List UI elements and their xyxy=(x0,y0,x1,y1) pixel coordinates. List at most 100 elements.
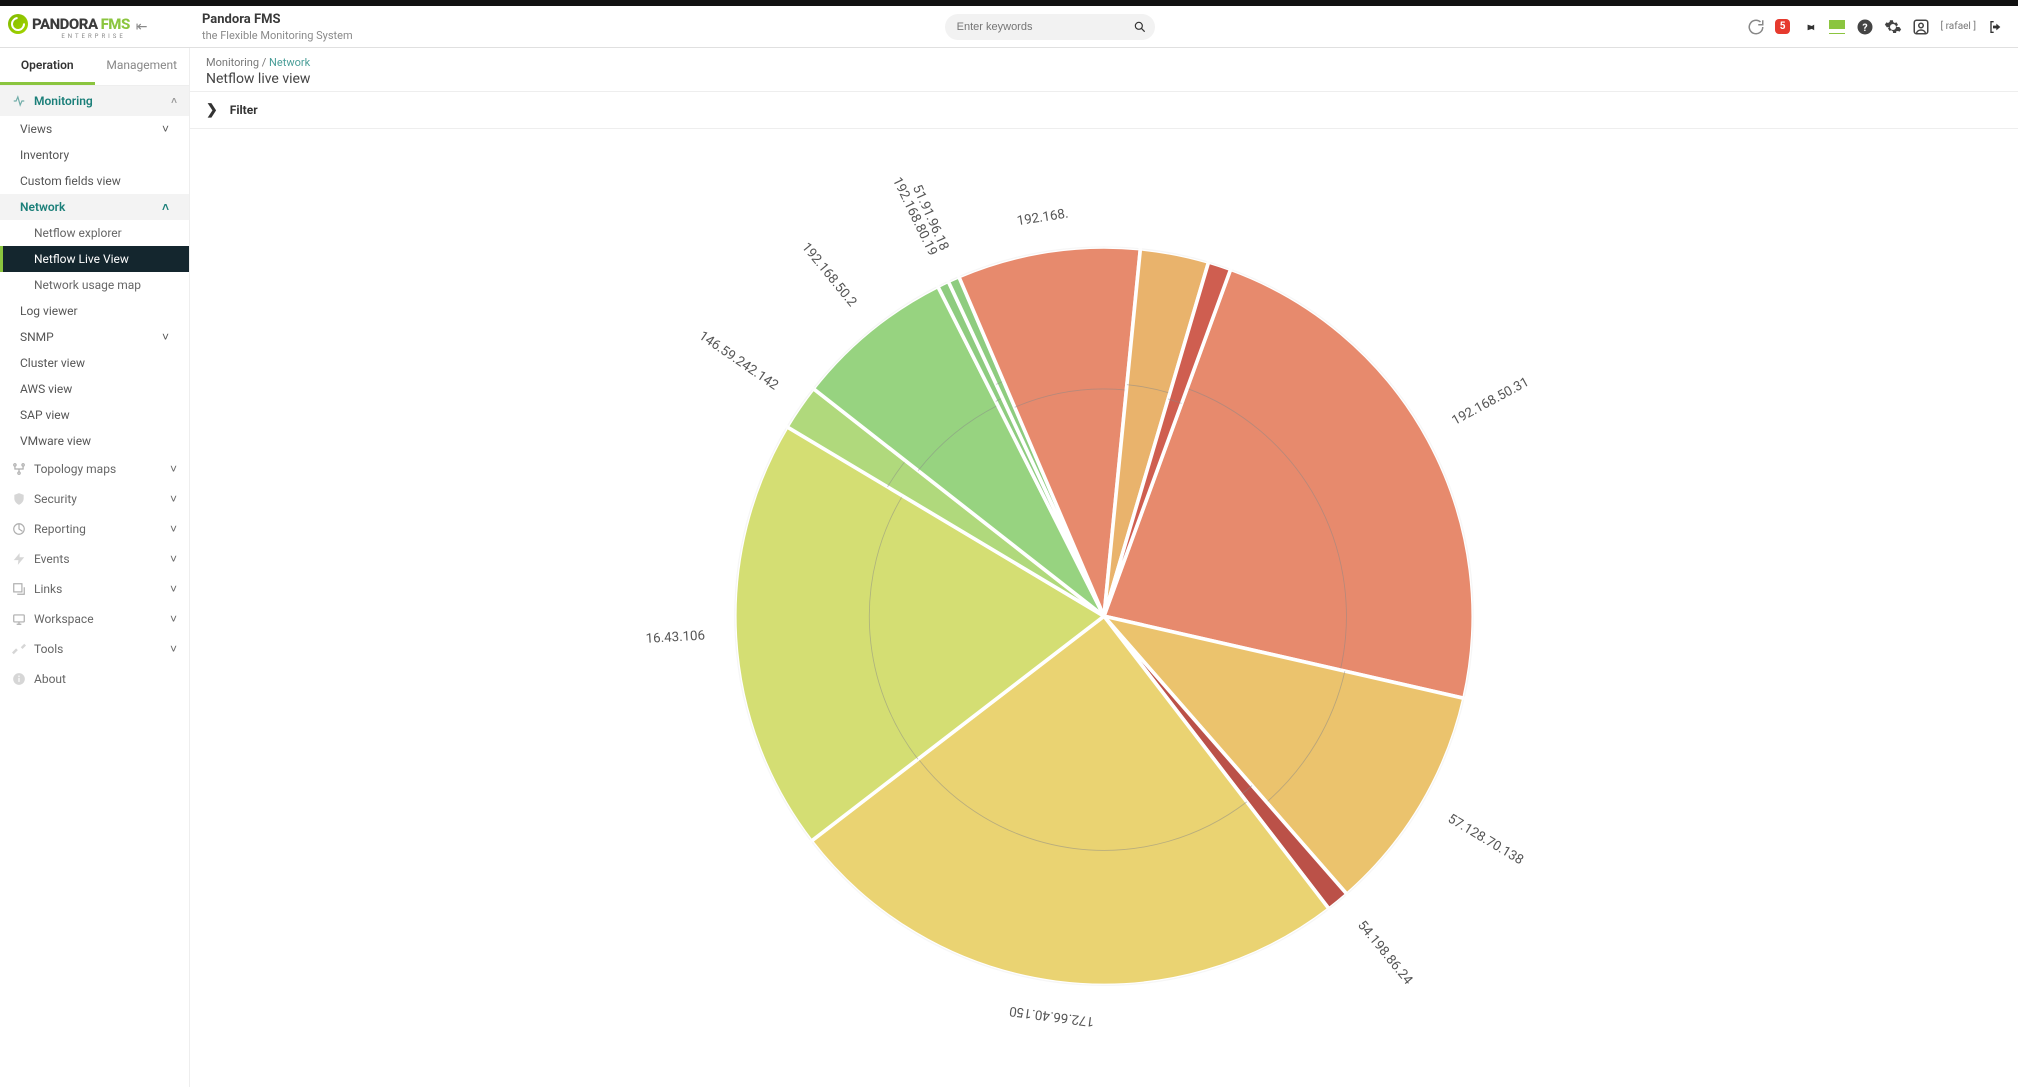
tools-icon xyxy=(12,642,26,656)
sidebar-item-sap[interactable]: SAP view xyxy=(0,402,189,428)
app-header: PANDORA FMS ENTERPRISE ⇤ Pandora FMS the… xyxy=(0,6,2018,48)
sidebar-section-monitoring[interactable]: Monitoring ˄ xyxy=(0,86,189,116)
search-wrap xyxy=(353,14,1747,40)
filter-label: Filter xyxy=(230,103,258,117)
workspace-icon xyxy=(12,612,26,626)
search-input[interactable] xyxy=(957,21,1133,33)
sidebar-section-tools[interactable]: Tools˅ xyxy=(0,634,189,664)
tab-operation[interactable]: Operation xyxy=(0,48,95,85)
header-subtitle: the Flexible Monitoring System xyxy=(202,29,353,42)
sidebar-sub-netflow-explorer[interactable]: Netflow explorer xyxy=(0,220,189,246)
sidebar-section-events[interactable]: Events ˅ xyxy=(0,544,189,574)
breadcrumb-root[interactable]: Monitoring xyxy=(206,56,259,69)
sidebar-collapse-icon[interactable]: ⇤ xyxy=(130,19,154,35)
shield-icon xyxy=(12,492,26,506)
sidebar-monitoring-label: Monitoring xyxy=(34,94,93,108)
info-icon xyxy=(12,672,26,686)
sidebar-reporting-label: Reporting xyxy=(34,522,86,536)
chevron-down-icon: ˅ xyxy=(170,582,177,596)
sidebar-item-aws[interactable]: AWS view xyxy=(0,376,189,402)
pie-slice-label: 192.168.50.2 xyxy=(798,240,859,310)
content-area: Monitoring / Network Netflow live view ❯… xyxy=(190,48,2018,1087)
sidebar-section-about[interactable]: About xyxy=(0,664,189,694)
header-actions: 5 ? [ rafael ] xyxy=(1747,18,2018,36)
header-title: Pandora FMS xyxy=(202,12,353,27)
pie-slice-label: 16.43.106 xyxy=(645,628,705,646)
monitor-icon xyxy=(12,94,26,108)
refresh-icon[interactable] xyxy=(1747,18,1765,36)
pie-slice-label: 54.198.86.24 xyxy=(1354,918,1415,988)
user-icon[interactable] xyxy=(1912,18,1930,36)
pin-icon[interactable] xyxy=(1800,18,1818,36)
sidebar-section-workspace[interactable]: Workspace ˅ xyxy=(0,604,189,634)
chevron-down-icon: ˅ xyxy=(162,330,169,344)
sidebar-views-label: Views xyxy=(20,122,52,136)
chevron-down-icon: ˅ xyxy=(170,522,177,536)
chevron-up-icon: ˄ xyxy=(171,96,177,107)
user-label[interactable]: [ rafael ] xyxy=(1940,21,1976,32)
help-icon[interactable]: ? xyxy=(1856,18,1874,36)
status-bars-icon[interactable] xyxy=(1828,18,1846,36)
sidebar-item-log-viewer[interactable]: Log viewer xyxy=(0,298,189,324)
pie-slice-label: 57.128.70.138 xyxy=(1445,812,1526,869)
pie-slice-label: 192.168. xyxy=(1016,207,1070,230)
sidebar-item-views[interactable]: Views ˅ xyxy=(0,116,189,142)
chevron-down-icon: ˅ xyxy=(170,612,177,626)
logo-swirl-icon xyxy=(8,14,28,34)
page-title: Netflow live view xyxy=(206,71,2002,87)
search-icon xyxy=(1133,20,1147,34)
sidebar-section-topology[interactable]: Topology maps ˅ xyxy=(0,454,189,484)
chevron-right-icon: ❯ xyxy=(206,102,218,118)
logo-suffix: FMS xyxy=(101,15,130,33)
sidebar-section-links[interactable]: Links ˅ xyxy=(0,574,189,604)
chevron-down-icon: ˅ xyxy=(162,122,169,136)
chart-area: 192.168.50.3157.128.70.13854.198.86.2417… xyxy=(190,138,2018,1087)
sidebar-tools-label: Tools xyxy=(34,642,63,656)
sidebar: Operation Management Monitoring ˄ Views ˅… xyxy=(0,48,190,1087)
breadcrumb: Monitoring / Network xyxy=(206,56,2002,69)
reporting-icon xyxy=(12,522,26,536)
sidebar-item-snmp[interactable]: SNMP ˅ xyxy=(0,324,189,350)
chevron-down-icon: ˅ xyxy=(170,492,177,506)
sidebar-network-label: Network xyxy=(20,200,65,214)
chevron-down-icon: ˅ xyxy=(170,552,177,566)
netflow-pie-chart[interactable]: 192.168.50.3157.128.70.13854.198.86.2417… xyxy=(644,138,1564,1058)
sidebar-item-cluster[interactable]: Cluster view xyxy=(0,350,189,376)
chevron-down-icon: ˅ xyxy=(170,462,177,476)
events-icon xyxy=(12,552,26,566)
settings-icon[interactable] xyxy=(1884,18,1902,36)
breadcrumb-bar: Monitoring / Network Netflow live view xyxy=(190,48,2018,92)
sidebar-item-custom-fields[interactable]: Custom fields view xyxy=(0,168,189,194)
sidebar-sub-usage-map[interactable]: Network usage map xyxy=(0,272,189,298)
sidebar-security-label: Security xyxy=(34,492,77,506)
sidebar-events-label: Events xyxy=(34,552,70,566)
alerts-badge[interactable]: 5 xyxy=(1775,19,1791,34)
sidebar-snmp-label: SNMP xyxy=(20,330,54,344)
sidebar-section-reporting[interactable]: Reporting ˅ xyxy=(0,514,189,544)
links-icon xyxy=(12,582,26,596)
main-layout: Operation Management Monitoring ˄ Views ˅… xyxy=(0,48,2018,1087)
breadcrumb-leaf[interactable]: Network xyxy=(269,56,310,69)
logo: PANDORA FMS xyxy=(8,14,130,34)
pie-slice-label: 146.59.242.142 xyxy=(696,329,781,394)
chevron-up-icon: ˄ xyxy=(162,200,169,214)
sidebar-tabs: Operation Management xyxy=(0,48,189,86)
search-box[interactable] xyxy=(945,14,1155,40)
pie-slice-label: 172.66.40.150 xyxy=(1008,1003,1094,1029)
sidebar-item-inventory[interactable]: Inventory xyxy=(0,142,189,168)
logo-area: PANDORA FMS ENTERPRISE ⇤ xyxy=(0,14,190,40)
sidebar-sub-netflow-live[interactable]: Netflow Live View xyxy=(0,246,189,272)
logout-icon[interactable] xyxy=(1986,18,2004,36)
sidebar-item-network[interactable]: Network ˄ xyxy=(0,194,189,220)
topology-icon xyxy=(12,462,26,476)
logo-edition: ENTERPRISE xyxy=(8,33,130,40)
logo-product: PANDORA xyxy=(32,15,98,33)
sidebar-topology-label: Topology maps xyxy=(34,462,116,476)
sidebar-item-vmware[interactable]: VMware view xyxy=(0,428,189,454)
sidebar-section-security[interactable]: Security ˅ xyxy=(0,484,189,514)
sidebar-workspace-label: Workspace xyxy=(34,612,94,626)
tab-management[interactable]: Management xyxy=(95,48,190,85)
header-title-block: Pandora FMS the Flexible Monitoring Syst… xyxy=(190,12,353,42)
filter-toggle[interactable]: ❯ Filter xyxy=(190,92,2018,129)
sidebar-links-label: Links xyxy=(34,582,62,596)
